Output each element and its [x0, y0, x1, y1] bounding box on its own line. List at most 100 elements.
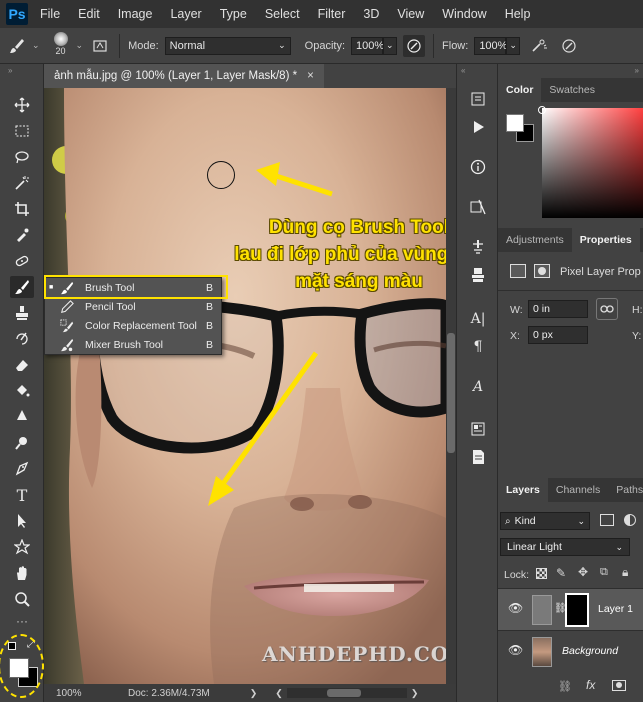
tab-paths[interactable]: Paths — [608, 478, 643, 502]
tab-properties[interactable]: Properties — [571, 228, 640, 252]
flyout-color-replacement-tool[interactable]: Color Replacement Tool B — [45, 316, 221, 335]
add-mask-icon[interactable] — [612, 680, 626, 691]
eye-icon[interactable]: 👁︎ — [508, 601, 523, 615]
glyphs-panel-icon[interactable]: A — [467, 376, 489, 398]
menu-select[interactable]: Select — [265, 7, 300, 21]
link-layers-icon[interactable]: ⛓︎ — [558, 680, 572, 693]
flyout-mixer-brush-tool[interactable]: Mixer Brush Tool B — [45, 335, 221, 354]
layer-mask-thumbnail[interactable] — [565, 593, 589, 627]
opacity-input[interactable]: 100% — [351, 36, 384, 55]
chevron-down-icon[interactable]: ⌄ — [76, 40, 84, 51]
menu-type[interactable]: Type — [220, 7, 247, 21]
dodge-tool-icon[interactable] — [10, 432, 34, 454]
airbrush-icon[interactable] — [528, 35, 550, 57]
clone-source-panel-icon[interactable] — [467, 264, 489, 286]
layer-filter-select[interactable]: ⌕ Kind ⌄ — [500, 512, 590, 530]
collapse-arrows-icon[interactable]: » — [635, 66, 639, 75]
collapse-arrows-icon[interactable]: » — [8, 66, 12, 75]
brush-panel-icon[interactable] — [89, 35, 111, 57]
menu-window[interactable]: Window — [442, 7, 486, 21]
horizontal-scroll-thumb[interactable] — [326, 689, 361, 697]
pressure-opacity-icon[interactable] — [403, 34, 426, 57]
character-panel-icon[interactable]: A| — [467, 308, 489, 330]
zoom-tool-icon[interactable] — [10, 588, 34, 610]
blend-mode-select[interactable]: Linear Light ⌄ — [500, 538, 630, 556]
status-menu-arrow-icon[interactable]: ❯ — [250, 688, 258, 699]
magic-wand-tool-icon[interactable] — [10, 172, 34, 194]
brush-settings-panel-icon[interactable] — [467, 236, 489, 258]
filter-adjustment-icon[interactable] — [624, 514, 636, 526]
eraser-tool-icon[interactable] — [10, 354, 34, 376]
horizontal-scrollbar[interactable] — [286, 688, 407, 698]
menu-view[interactable]: View — [397, 7, 424, 21]
collapse-arrows-icon[interactable]: « — [461, 66, 465, 75]
link-dimensions-icon[interactable] — [596, 298, 618, 320]
pressure-size-icon[interactable] — [558, 35, 580, 57]
libraries-panel-icon[interactable] — [467, 418, 489, 440]
flyout-pencil-tool[interactable]: Pencil Tool B — [45, 297, 221, 316]
custom-shape-tool-icon[interactable] — [10, 536, 34, 558]
flow-input[interactable]: 100% — [474, 36, 507, 55]
canvas[interactable]: Dùng cọ Brush Tool lau đi lớp phủ của vù… — [44, 88, 446, 684]
eyedropper-tool-icon[interactable] — [10, 224, 34, 246]
opacity-dropdown[interactable]: ⌄ — [383, 36, 398, 55]
tab-layers[interactable]: Layers — [498, 478, 548, 502]
menu-3d[interactable]: 3D — [363, 7, 379, 21]
lock-all-icon[interactable]: 🔒︎ — [622, 565, 628, 580]
menu-filter[interactable]: Filter — [318, 7, 346, 21]
history-brush-tool-icon[interactable] — [10, 328, 34, 350]
scroll-thumb[interactable] — [447, 333, 455, 453]
vertical-scrollbar[interactable] — [446, 88, 456, 684]
x-input[interactable]: 0 px — [528, 326, 588, 344]
mode-select[interactable]: Normal ⌄ — [164, 36, 291, 55]
type-tool-icon[interactable]: T — [10, 484, 34, 506]
lock-image-icon[interactable]: ✎ — [556, 566, 566, 580]
lasso-tool-icon[interactable] — [10, 146, 34, 168]
menu-file[interactable]: File — [40, 7, 60, 21]
w-input[interactable]: 0 in — [528, 300, 588, 318]
tab-swatches[interactable]: Swatches — [541, 78, 603, 102]
menu-help[interactable]: Help — [505, 7, 531, 21]
filter-image-icon[interactable] — [600, 514, 614, 526]
more-tools-icon[interactable]: ··· — [16, 614, 28, 628]
history-panel-icon[interactable] — [467, 88, 489, 110]
document-tab[interactable]: ảnh mẫu.jpg @ 100% (Layer 1, Layer Mask/… — [44, 64, 324, 88]
path-selection-tool-icon[interactable] — [10, 510, 34, 532]
close-tab-icon[interactable]: × — [307, 70, 314, 82]
scroll-right-icon[interactable]: ❯ — [411, 688, 419, 699]
pen-tool-icon[interactable] — [10, 458, 34, 480]
color-field[interactable] — [542, 108, 643, 218]
brush-size-picker[interactable]: 20 — [48, 31, 74, 61]
blur-tool-icon[interactable] — [10, 406, 34, 428]
menu-image[interactable]: Image — [118, 7, 153, 21]
move-tool-icon[interactable] — [10, 94, 34, 116]
scroll-left-icon[interactable]: ❮ — [275, 688, 283, 699]
layer-row[interactable]: 👁︎ ⛓︎ Layer 1 — [498, 588, 643, 630]
notes-panel-icon[interactable] — [467, 446, 489, 468]
crop-tool-icon[interactable] — [10, 198, 34, 220]
layer-row[interactable]: 👁︎ Background — [498, 630, 643, 672]
navigator-panel-icon[interactable] — [467, 196, 489, 218]
healing-brush-tool-icon[interactable] — [10, 250, 34, 272]
tab-channels[interactable]: Channels — [548, 478, 608, 502]
actions-play-icon[interactable] — [467, 116, 489, 138]
fx-icon[interactable]: fx — [586, 678, 595, 692]
mask-layer-icon[interactable] — [534, 264, 550, 278]
brush-preset-icon[interactable] — [6, 35, 28, 57]
info-panel-icon[interactable] — [467, 156, 489, 178]
hand-tool-icon[interactable] — [10, 562, 34, 584]
menu-layer[interactable]: Layer — [170, 7, 201, 21]
tab-color[interactable]: Color — [498, 78, 542, 102]
marquee-tool-icon[interactable] — [10, 120, 34, 142]
tab-adjustments[interactable]: Adjustments — [498, 228, 572, 252]
brush-tool-icon[interactable] — [10, 276, 34, 298]
eye-icon[interactable]: 👁︎ — [508, 643, 523, 657]
chevron-down-icon[interactable]: ⌄ — [32, 40, 40, 51]
clone-stamp-tool-icon[interactable] — [10, 302, 34, 324]
lock-transparent-icon[interactable] — [536, 568, 547, 579]
paragraph-panel-icon[interactable]: ¶ — [467, 336, 489, 358]
flow-dropdown[interactable]: ⌄ — [506, 36, 521, 55]
zoom-level[interactable]: 100% — [56, 688, 106, 699]
lock-position-icon[interactable]: ✥ — [578, 565, 588, 579]
color-picker-foreground[interactable] — [506, 114, 524, 132]
